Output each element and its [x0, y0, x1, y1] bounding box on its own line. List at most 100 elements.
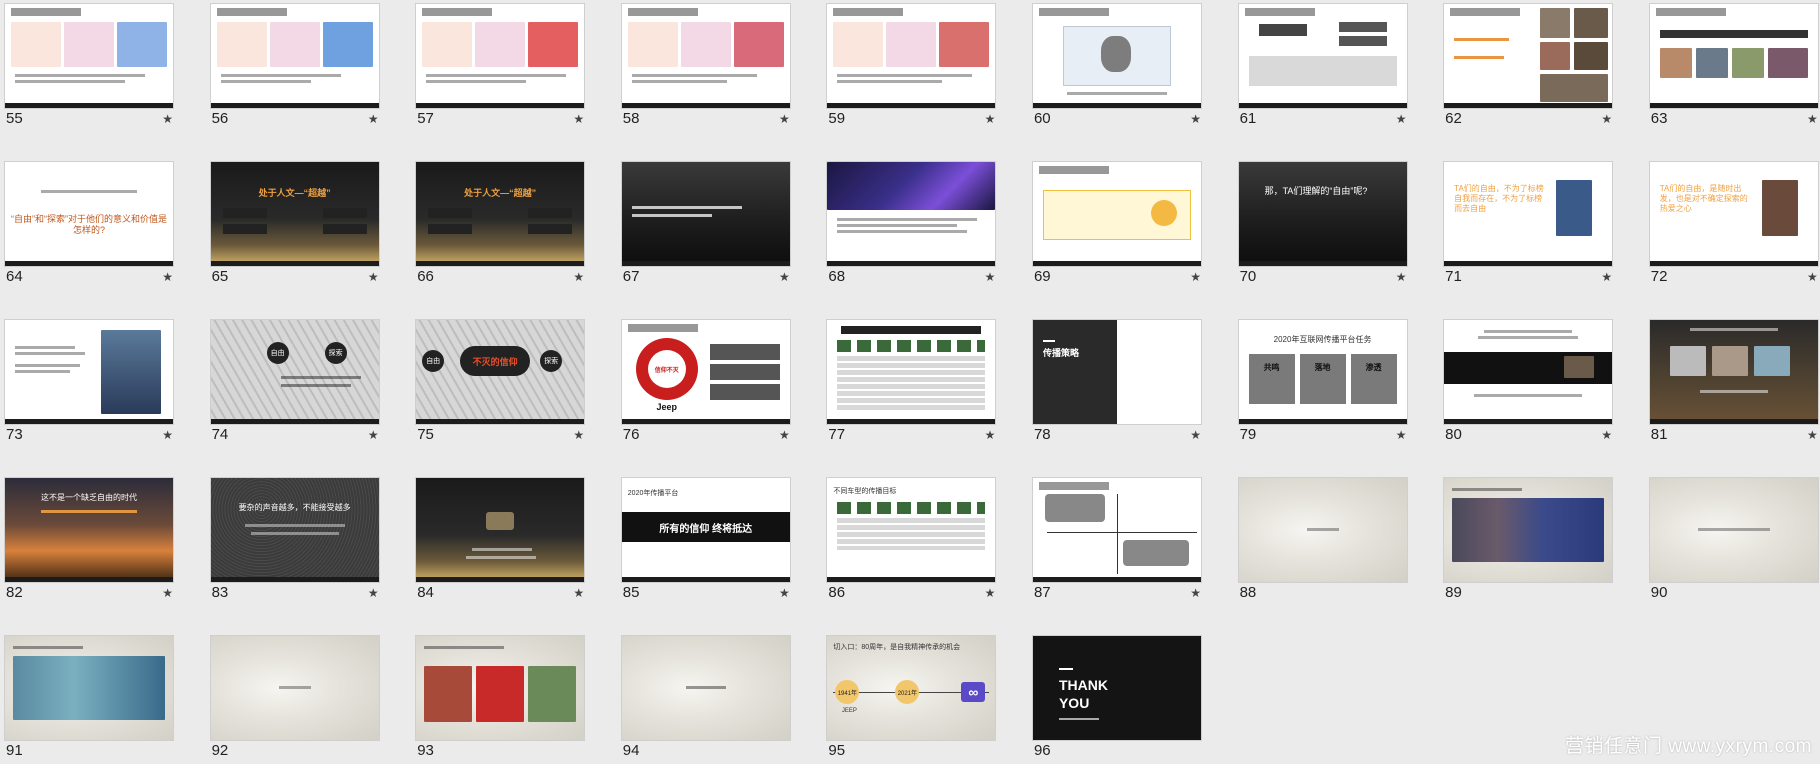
slide-thumbnail[interactable]: 2020年互联网传播平台任务 共鸣 落地 渗透 — [1238, 320, 1407, 424]
slide-85[interactable]: 2020年传播平台 所有的信仰 终将抵达 85 ★ — [621, 478, 790, 608]
slide-71[interactable]: TA们的自由，不为了标榜自我而存在，不为了标榜而去自由 71 ★ — [1444, 162, 1613, 292]
star-icon[interactable]: ★ — [985, 110, 996, 128]
star-icon[interactable]: ★ — [162, 426, 173, 444]
slide-thumbnail[interactable]: 处于人文—“超越” — [416, 162, 585, 266]
slide-65[interactable]: 处于人文—“超越” 65 ★ — [210, 162, 379, 292]
star-icon[interactable]: ★ — [1807, 426, 1818, 444]
slide-58[interactable]: 58 ★ — [621, 4, 790, 134]
slide-thumbnail[interactable]: “自由”和“探索”对于他们的意义和价值是怎样的? — [5, 162, 173, 266]
star-icon[interactable]: ★ — [1807, 268, 1818, 286]
slide-thumbnail[interactable]: 传播策略 — [1032, 320, 1201, 424]
slide-69[interactable]: 69 ★ — [1032, 162, 1201, 292]
star-icon[interactable]: ★ — [985, 268, 996, 286]
slide-thumbnail[interactable]: TA们的自由，是随时出发，也是对不确定探索的热爱之心 — [1649, 162, 1818, 266]
slide-thumbnail[interactable] — [621, 162, 790, 266]
slide-thumbnail[interactable]: 要杂的声音越多，不能接受越多 — [210, 478, 379, 582]
slide-thumbnail[interactable] — [827, 162, 996, 266]
slide-73[interactable]: 73 ★ — [5, 320, 173, 450]
slide-64[interactable]: “自由”和“探索”对于他们的意义和价值是怎样的? 64 ★ — [5, 162, 173, 292]
star-icon[interactable]: ★ — [162, 268, 173, 286]
slide-thumbnail[interactable]: 自由 不灭的信仰 探索 — [416, 320, 585, 424]
slide-thumbnail[interactable] — [621, 636, 790, 740]
slide-thumbnail[interactable]: 处于人文—“超越” — [210, 162, 379, 266]
slide-66[interactable]: 处于人文—“超越” 66 ★ — [416, 162, 585, 292]
star-icon[interactable]: ★ — [779, 268, 790, 286]
slide-thumbnail[interactable]: 信仰不灭 Jeep — [621, 320, 790, 424]
star-icon[interactable]: ★ — [985, 426, 996, 444]
star-icon[interactable]: ★ — [1190, 426, 1201, 444]
slide-thumbnail[interactable] — [827, 4, 996, 108]
slide-thumbnail[interactable]: THANK YOU — [1032, 636, 1201, 740]
star-icon[interactable]: ★ — [1601, 110, 1612, 128]
star-icon[interactable]: ★ — [985, 584, 996, 602]
star-icon[interactable]: ★ — [1601, 426, 1612, 444]
slide-thumbnail[interactable] — [1032, 4, 1201, 108]
slide-thumbnail[interactable] — [1649, 478, 1818, 582]
slide-thumbnail[interactable] — [210, 4, 379, 108]
slide-thumbnail[interactable] — [1032, 162, 1201, 266]
star-icon[interactable]: ★ — [573, 584, 584, 602]
star-icon[interactable]: ★ — [368, 584, 379, 602]
star-icon[interactable]: ★ — [162, 584, 173, 602]
slide-83[interactable]: 要杂的声音越多，不能接受越多 83 ★ — [210, 478, 379, 608]
slide-thumbnail[interactable] — [827, 320, 996, 424]
slide-thumbnail[interactable] — [1444, 4, 1613, 108]
slide-57[interactable]: 57 ★ — [416, 4, 585, 134]
slide-thumbnail[interactable]: TA们的自由，不为了标榜自我而存在，不为了标榜而去自由 — [1444, 162, 1613, 266]
star-icon[interactable]: ★ — [368, 268, 379, 286]
slide-70[interactable]: 那，TA们理解的“自由”呢? 70 ★ — [1238, 162, 1407, 292]
star-icon[interactable]: ★ — [779, 110, 790, 128]
slide-thumbnail[interactable] — [416, 4, 585, 108]
slide-thumbnail[interactable] — [1444, 320, 1613, 424]
star-icon[interactable]: ★ — [573, 426, 584, 444]
star-icon[interactable]: ★ — [779, 426, 790, 444]
slide-60[interactable]: 60 ★ — [1032, 4, 1201, 134]
star-icon[interactable]: ★ — [779, 584, 790, 602]
star-icon[interactable]: ★ — [368, 110, 379, 128]
slide-thumbnail[interactable]: 2020年传播平台 所有的信仰 终将抵达 — [621, 478, 790, 582]
slide-82[interactable]: 这不是一个缺乏自由的时代 82 ★ — [5, 478, 173, 608]
slide-thumbnail[interactable] — [1238, 478, 1407, 582]
slide-thumbnail[interactable] — [5, 4, 173, 108]
star-icon[interactable]: ★ — [1396, 426, 1407, 444]
star-icon[interactable]: ★ — [573, 110, 584, 128]
star-icon[interactable]: ★ — [368, 426, 379, 444]
slide-thumbnail[interactable] — [621, 4, 790, 108]
slide-76[interactable]: 信仰不灭 Jeep 76 ★ — [621, 320, 790, 450]
slide-thumbnail[interactable]: 那，TA们理解的“自由”呢? — [1238, 162, 1407, 266]
star-icon[interactable]: ★ — [1396, 110, 1407, 128]
slide-thumbnail[interactable] — [416, 478, 585, 582]
slide-59[interactable]: 59 ★ — [827, 4, 996, 134]
slide-56[interactable]: 56 ★ — [210, 4, 379, 134]
slide-thumbnail[interactable] — [416, 636, 585, 740]
slide-91[interactable]: 91 — [5, 636, 173, 764]
slide-94[interactable]: 94 — [621, 636, 790, 764]
star-icon[interactable]: ★ — [1396, 268, 1407, 286]
slide-67[interactable]: 67 ★ — [621, 162, 790, 292]
star-icon[interactable]: ★ — [1807, 110, 1818, 128]
star-icon[interactable]: ★ — [573, 268, 584, 286]
slide-68[interactable]: 68 ★ — [827, 162, 996, 292]
slide-78[interactable]: 传播策略 78 ★ — [1032, 320, 1201, 450]
star-icon[interactable]: ★ — [162, 110, 173, 128]
slide-79[interactable]: 2020年互联网传播平台任务 共鸣 落地 渗透 79 ★ — [1238, 320, 1407, 450]
slide-95[interactable]: 切入口：80周年，是自我精神传承的机会 1941年 2021年 ∞ JEEP 9… — [827, 636, 996, 764]
slide-thumbnail[interactable]: 这不是一个缺乏自由的时代 — [5, 478, 173, 582]
slide-55[interactable]: 55 ★ — [5, 4, 173, 134]
slide-81[interactable]: 81 ★ — [1649, 320, 1818, 450]
slide-88[interactable]: 88 — [1238, 478, 1407, 608]
slide-thumbnail[interactable]: 不同车型的传播目标 — [827, 478, 996, 582]
star-icon[interactable]: ★ — [1190, 268, 1201, 286]
star-icon[interactable]: ★ — [1190, 110, 1201, 128]
slide-thumbnail[interactable]: 自由 探索 — [210, 320, 379, 424]
slide-thumbnail[interactable] — [1649, 4, 1818, 108]
slide-61[interactable]: 61 ★ — [1238, 4, 1407, 134]
slide-92[interactable]: 92 — [210, 636, 379, 764]
slide-84[interactable]: 84 ★ — [416, 478, 585, 608]
slide-89[interactable]: 89 — [1444, 478, 1613, 608]
slide-72[interactable]: TA们的自由，是随时出发，也是对不确定探索的热爱之心 72 ★ — [1649, 162, 1818, 292]
slide-75[interactable]: 自由 不灭的信仰 探索 75 ★ — [416, 320, 585, 450]
slide-63[interactable]: 63 ★ — [1649, 4, 1818, 134]
slide-thumbnail[interactable] — [210, 636, 379, 740]
slide-90[interactable]: 90 — [1649, 478, 1818, 608]
